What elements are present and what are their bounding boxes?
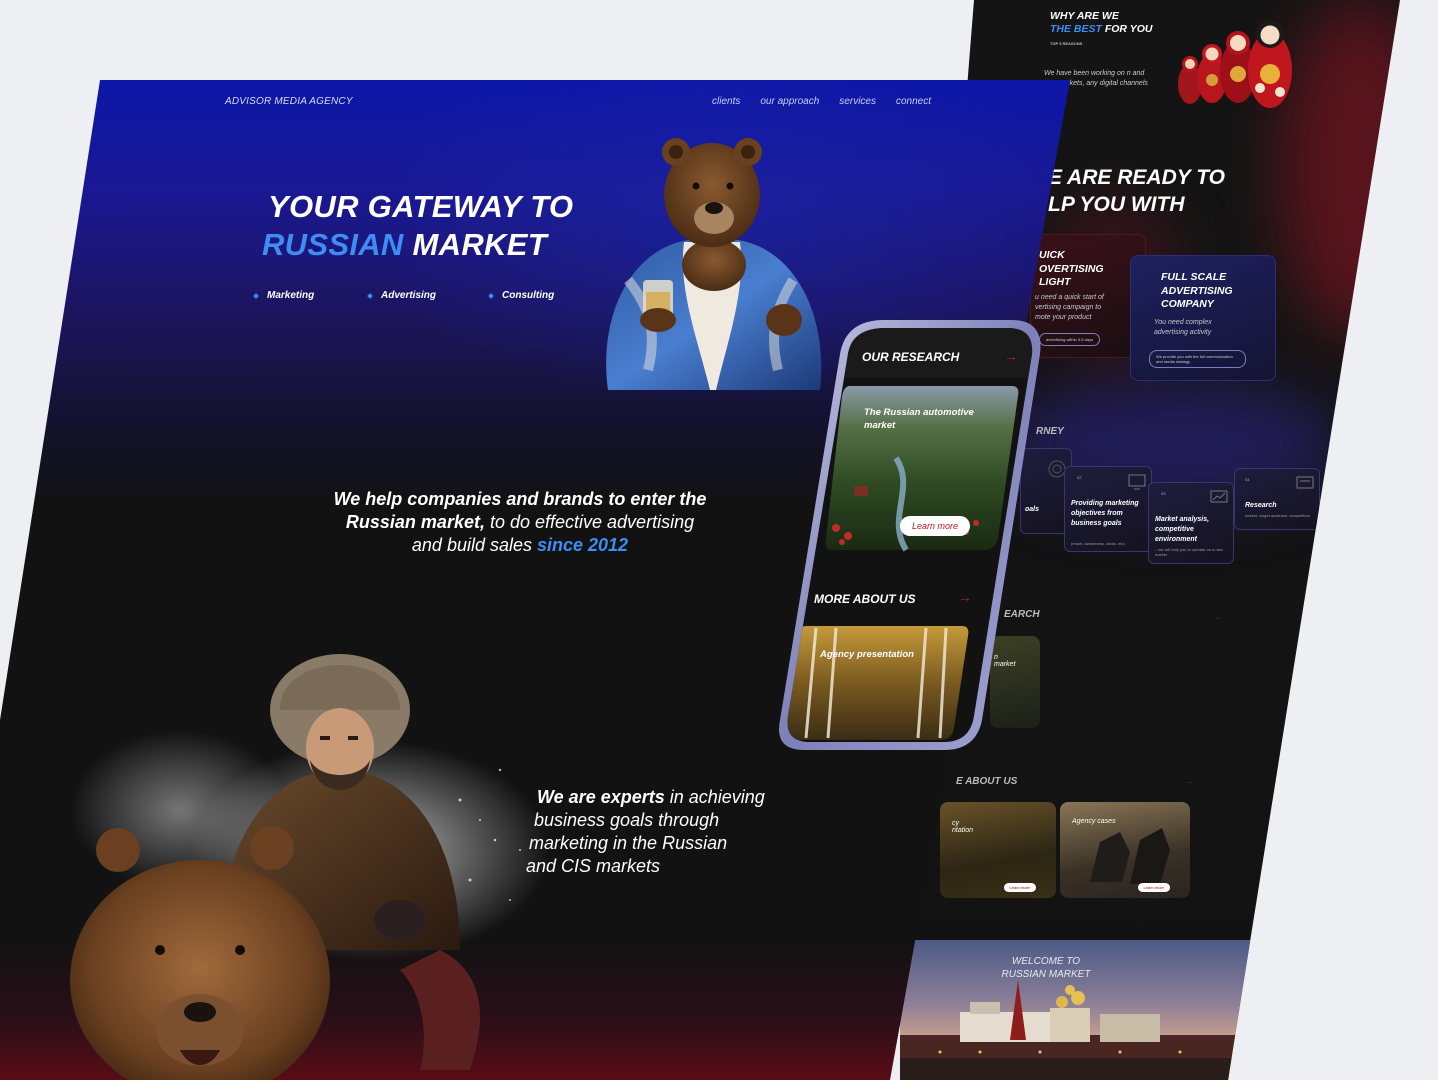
journey-card-03: 03 Market analysis, competitive environm…	[1148, 482, 1234, 564]
hero-title: YOUR GATEWAY TO RUSSIAN MARKET	[262, 189, 574, 262]
service-tags: Marketing Advertising Consulting	[253, 290, 554, 301]
welcome-title: WELCOME TO RUSSIAN MARKET	[1001, 956, 1091, 980]
about-card-presentation[interactable]: cy ntation Learn more	[940, 802, 1056, 898]
diamond-icon	[253, 292, 259, 299]
phone-about-title: MORE ABOUT US	[814, 592, 916, 606]
arrow-right-icon[interactable]: →	[1212, 612, 1222, 623]
chart-icon	[1210, 490, 1228, 503]
nav-link-clients[interactable]: clients	[712, 96, 740, 107]
about-card-cases[interactable]: Agency cases Learn more	[1060, 802, 1190, 898]
nav-link-connect[interactable]: connect	[896, 96, 931, 107]
man-riding-bear-image	[70, 654, 550, 1080]
intro-text: We help companies and brands to enter th…	[333, 489, 707, 555]
phone-frame	[779, 320, 1041, 750]
nav-link-approach[interactable]: our approach	[760, 96, 819, 107]
diamond-icon	[367, 292, 373, 299]
nav-menu: clients our approach services connect	[712, 96, 931, 107]
phone-about-card-label: Agency presentation	[820, 649, 914, 660]
service-card-full-scale[interactable]: FULL SCALE ADVERTISING COMPANY You need …	[1130, 255, 1276, 381]
arrow-right-icon[interactable]: →	[1184, 776, 1194, 787]
why-title: WHY ARE WE THE BEST FOR YOU	[1050, 10, 1153, 35]
tag-consulting: Consulting	[488, 290, 554, 301]
diamond-icon	[488, 292, 494, 299]
phone-mockup: OUR RESEARCH → The Russian automotive ma…	[776, 318, 1048, 758]
why-subtitle: TOP 5 REASONS	[1050, 41, 1083, 46]
ready-title: E ARE READY TO LP YOU WITH	[1048, 166, 1225, 216]
brand-logo[interactable]: ADVISOR MEDIA AGENCY	[225, 96, 353, 107]
tag-marketing: Marketing	[253, 290, 368, 301]
journey-card-02: 02 Providing marketing objectives from b…	[1064, 466, 1152, 552]
nav-link-services[interactable]: services	[839, 96, 876, 107]
learn-more-button[interactable]: Learn more	[900, 516, 971, 536]
horses-image	[1090, 828, 1170, 884]
monitor-icon	[1128, 474, 1146, 490]
journey-card-04: 04 Research market, target audience, com…	[1234, 468, 1320, 530]
tag-advertising: Advertising	[367, 290, 489, 301]
phone-research-title: OUR RESEARCH	[862, 350, 960, 364]
presentation-icon	[1296, 476, 1314, 489]
phone-research-card-label: The Russian automotive market	[864, 407, 974, 431]
matryoshka-dolls-image	[1178, 20, 1292, 108]
experts-text: We are experts in achieving business goa…	[526, 787, 765, 876]
arrow-right-icon[interactable]: →	[958, 589, 972, 605]
arrow-right-icon[interactable]: →	[1004, 348, 1018, 364]
about-label: E ABOUT US	[956, 776, 1018, 787]
